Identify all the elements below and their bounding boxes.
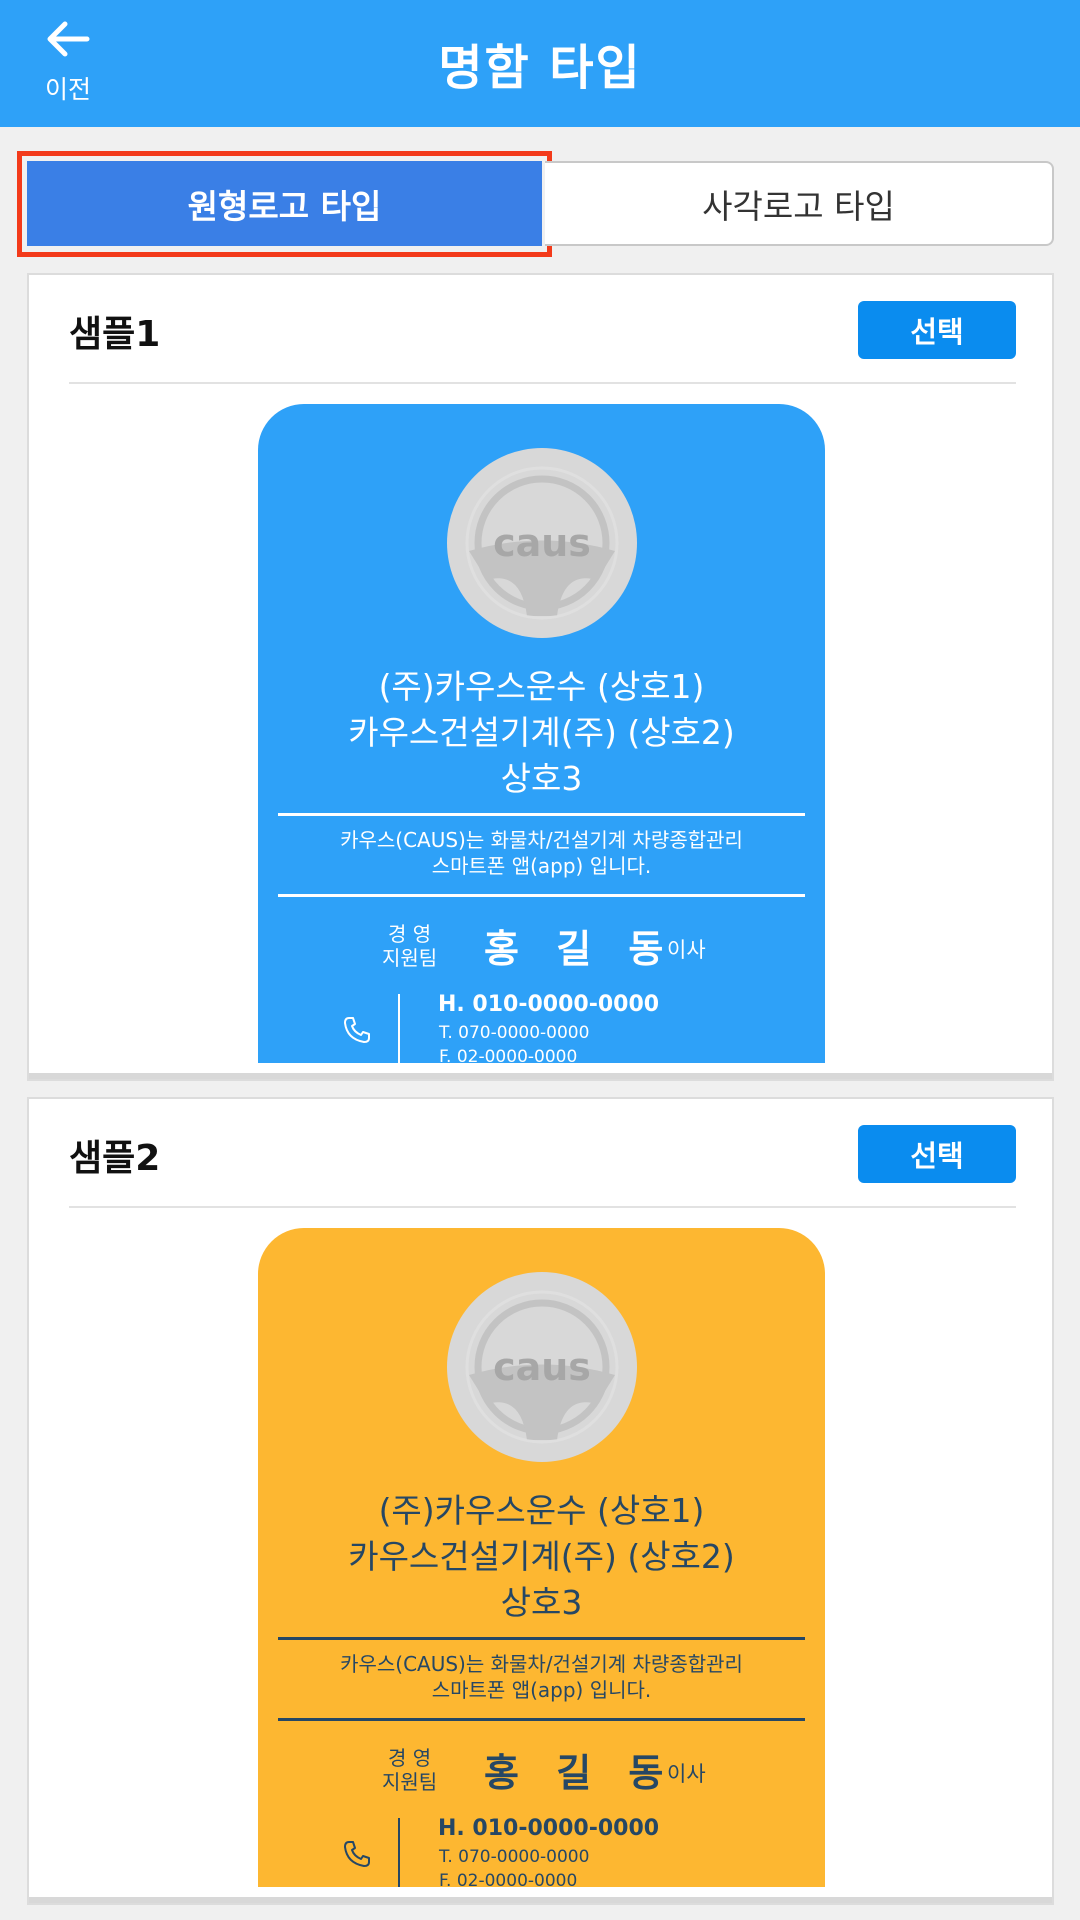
- select-button[interactable]: 선택: [858, 1125, 1016, 1183]
- sample-title: 샘플2: [69, 1138, 161, 1179]
- slogan-line-2: 스마트폰 앱(app) 입니다.: [431, 1678, 652, 1702]
- slogan-line-1: 카우스(CAUS)는 화물차/건설기계 차량종합관리: [340, 1652, 743, 1676]
- card-slogan: 카우스(CAUS)는 화물차/건설기계 차량종합관리 스마트폰 앱(app) 입…: [258, 827, 825, 879]
- slogan-line-2: 스마트폰 앱(app) 입니다.: [431, 854, 652, 878]
- card-rule: [278, 894, 805, 897]
- select-button[interactable]: 선택: [858, 301, 1016, 359]
- department: 경 영 지원팀: [382, 1746, 437, 1794]
- business-card-preview: caus (주)카우스운수 (상호1) 카우스건설기계(주) (상호2) 상호3…: [258, 1228, 825, 1887]
- person-role: 이사: [667, 938, 706, 962]
- tel: T. 070-0000-0000: [439, 1847, 590, 1867]
- dept-line-1: 경 영: [388, 1746, 432, 1770]
- tab-square-logo[interactable]: 사각로고 타입: [545, 161, 1054, 246]
- panel-shadow: [29, 1897, 1052, 1903]
- phone-icon: [344, 1017, 370, 1043]
- company-line-3: 상호3: [500, 759, 583, 798]
- slogan-line-1: 카우스(CAUS)는 화물차/건설기계 차량종합관리: [340, 828, 743, 852]
- company-line-1: (주)카우스운수 (상호1): [378, 667, 705, 706]
- department: 경 영 지원팀: [382, 922, 437, 970]
- app-header: 이전 명함 타입: [0, 0, 1080, 127]
- hand-phone: H. 010-0000-0000: [438, 1816, 660, 1841]
- card-rule: [278, 1718, 805, 1721]
- dept-line-1: 경 영: [388, 922, 432, 946]
- person-role: 이사: [667, 1762, 706, 1786]
- card-rule: [278, 813, 805, 816]
- fax: F. 02-0000-0000: [439, 1047, 578, 1063]
- contact-divider: [398, 1818, 400, 1887]
- page-title: 명함 타입: [438, 40, 642, 96]
- company-names: (주)카우스운수 (상호1) 카우스건설기계(주) (상호2) 상호3: [258, 664, 825, 802]
- divider: [69, 382, 1016, 384]
- company-line-1: (주)카우스운수 (상호1): [378, 1491, 705, 1530]
- sample-panel-2: 샘플2 선택 caus (주)카우스운수 (상호1) 카우스건설기계(주) (상…: [27, 1097, 1054, 1905]
- fax: F. 02-0000-0000: [439, 1871, 578, 1887]
- hand-phone: H. 010-0000-0000: [438, 992, 660, 1017]
- tab-round-logo[interactable]: 원형로고 타입: [27, 161, 542, 246]
- phone-icon: [344, 1841, 370, 1867]
- dept-line-2: 지원팀: [382, 1770, 438, 1794]
- panel-shadow: [29, 1073, 1052, 1079]
- person-name: 홍 길 동: [484, 927, 676, 971]
- logo-text: caus: [493, 521, 591, 565]
- business-card-preview: caus (주)카우스운수 (상호1) 카우스건설기계(주) (상호2) 상호3…: [258, 404, 825, 1063]
- company-line-2: 카우스건설기계(주) (상호2): [348, 713, 735, 752]
- sample-title: 샘플1: [69, 314, 161, 355]
- sample-panel-1: 샘플1 선택 caus (주)카우스운수 (상호1) 카우스건설기계(주) (상…: [27, 273, 1054, 1081]
- logo-text: caus: [493, 1345, 591, 1389]
- dept-line-2: 지원팀: [382, 946, 438, 970]
- company-line-3: 상호3: [500, 1583, 583, 1622]
- card-rule: [278, 1637, 805, 1640]
- divider: [69, 1206, 1016, 1208]
- company-line-2: 카우스건설기계(주) (상호2): [348, 1537, 735, 1576]
- card-slogan: 카우스(CAUS)는 화물차/건설기계 차량종합관리 스마트폰 앱(app) 입…: [258, 1651, 825, 1703]
- steering-wheel-logo-icon: caus: [447, 1272, 637, 1462]
- company-names: (주)카우스운수 (상호1) 카우스건설기계(주) (상호2) 상호3: [258, 1488, 825, 1626]
- person-name: 홍 길 동: [484, 1751, 676, 1795]
- tel: T. 070-0000-0000: [439, 1023, 590, 1043]
- contact-divider: [398, 994, 400, 1063]
- steering-wheel-logo-icon: caus: [447, 448, 637, 638]
